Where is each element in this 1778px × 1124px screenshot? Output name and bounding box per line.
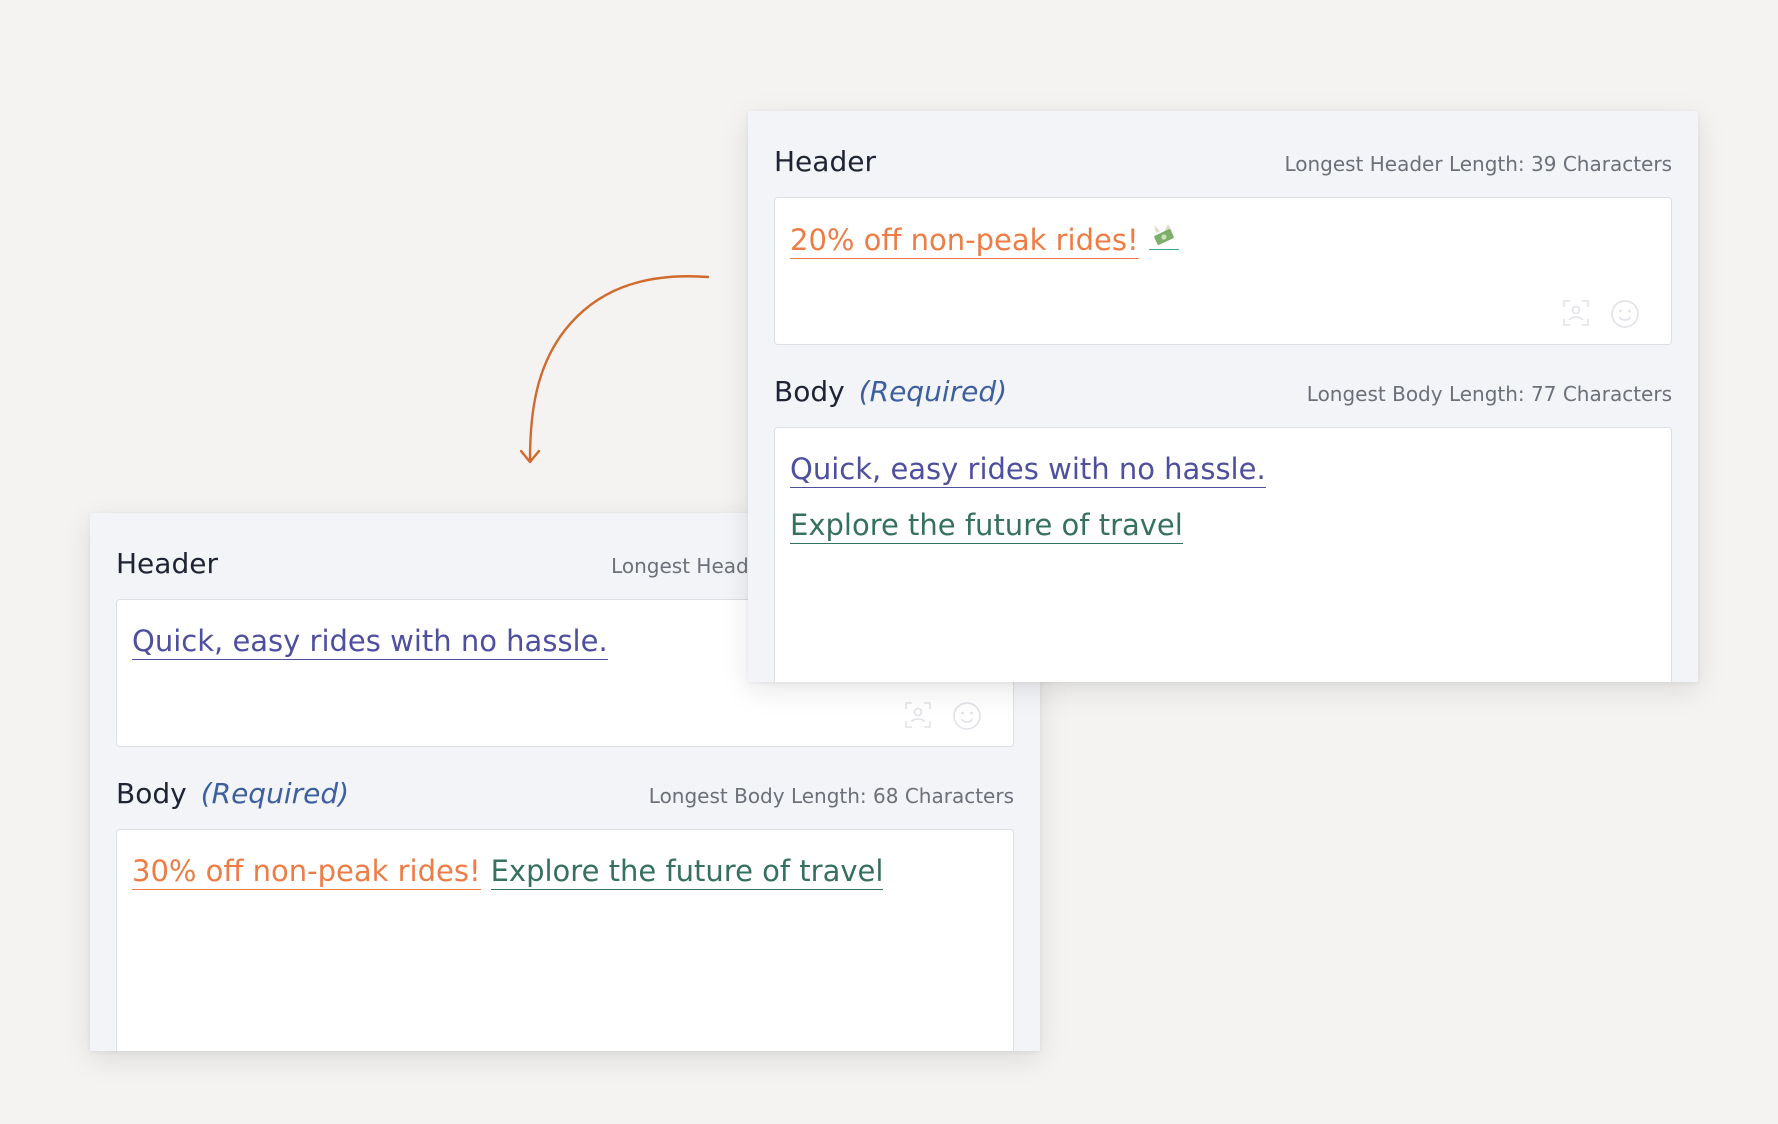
header-label: Header <box>774 145 876 178</box>
body-text-line: Explore the future of travel <box>790 508 1183 545</box>
personalize-icon[interactable] <box>1561 298 1591 328</box>
body-length-hint: Longest Body Length: 77 Characters <box>1306 382 1672 406</box>
emoji-picker-icon[interactable] <box>1609 298 1641 330</box>
required-tag: (Required) <box>858 375 1008 408</box>
body-label: Body (Required) <box>774 375 1008 408</box>
body-input[interactable]: Quick, easy rides with no hassle. Explor… <box>774 427 1672 682</box>
body-segment[interactable]: Quick, easy rides with no hassle. <box>790 452 1266 489</box>
body-segment[interactable]: Explore the future of travel <box>790 508 1183 545</box>
input-tools <box>1561 298 1641 330</box>
body-row: Body (Required) Longest Body Length: 77 C… <box>774 375 1672 408</box>
body-text-line: Quick, easy rides with no hassle. <box>790 452 1266 489</box>
header-length-hint: Longest Header Length: 39 Characters <box>1284 152 1672 176</box>
header-input[interactable]: 20% off non-peak rides! <box>774 197 1672 345</box>
header-text-line: 20% off non-peak rides! <box>790 222 1179 260</box>
header-segment[interactable]: 20% off non-peak rides! <box>790 223 1139 260</box>
money-with-wings-icon[interactable] <box>1148 222 1179 250</box>
message-variant-panel-front: Header Longest Header Length: 39 Charact… <box>748 111 1698 682</box>
header-row: Header Longest Header Length: 39 Charact… <box>774 145 1672 178</box>
